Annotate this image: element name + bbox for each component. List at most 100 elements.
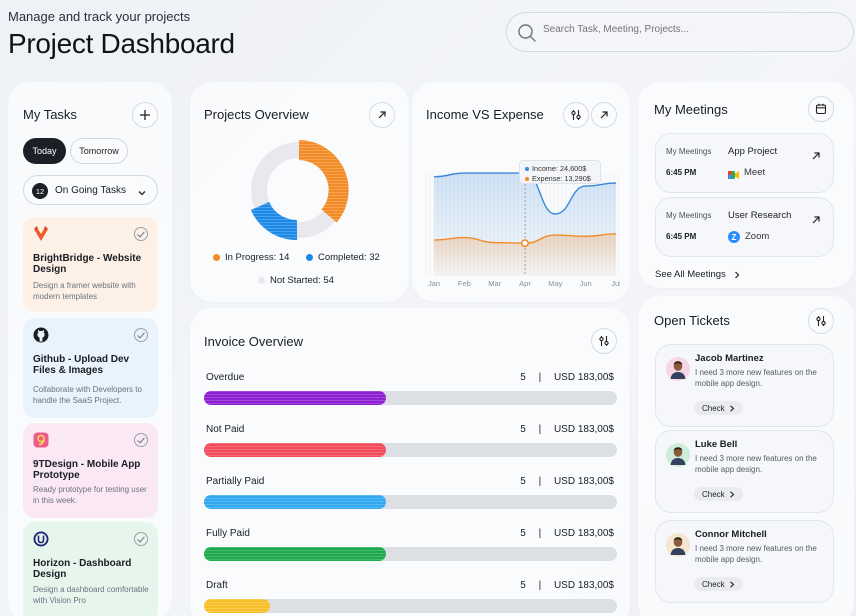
legend-in-progress: In Progress: 14 [213, 252, 289, 263]
ticket-check-button[interactable]: Check [694, 487, 743, 501]
tab-today[interactable]: Today [23, 138, 66, 164]
invoice-count: 5 [520, 476, 526, 487]
task-filter-dropdown[interactable]: 12 On Going Tasks [23, 175, 158, 205]
task-check-icon[interactable] [134, 328, 148, 342]
chart-filter-button[interactable] [563, 102, 589, 128]
task-description: Collaborate with Developers to handle th… [33, 385, 142, 405]
ticket-card[interactable]: Luke Bell I need 3 more new features on … [655, 430, 834, 513]
invoice-filter-button[interactable] [591, 328, 617, 354]
task-card[interactable]: BrightBridge - Website Design Design a f… [23, 217, 158, 312]
ticket-check-button[interactable]: Check [694, 401, 743, 415]
google-meet-icon [728, 167, 739, 185]
invoice-progress-track [204, 443, 617, 457]
chevron-right-icon [734, 271, 740, 278]
meeting-card[interactable]: My Meetings User Research 6:45 PM Z Zoom [655, 197, 834, 257]
task-card[interactable]: 9TDesign - Mobile App Prototype Ready pr… [23, 423, 158, 518]
tickets-title: Open Tickets [654, 313, 730, 328]
svg-text:Z: Z [732, 233, 737, 242]
invoice-count: 5 [520, 580, 526, 591]
task-check-icon[interactable] [134, 532, 148, 546]
calendar-button[interactable] [808, 96, 834, 122]
expense-point[interactable] [521, 239, 529, 248]
ticket-text: I need 3 more new features on the mobile… [695, 368, 817, 388]
meeting-time: 6:45 PM [666, 232, 697, 241]
check-button-label: Check [702, 403, 725, 413]
legend-label: Completed: 32 [318, 252, 380, 263]
invoice-label: Fully Paid [206, 528, 250, 539]
ticket-name: Connor Mitchell [695, 529, 767, 540]
meeting-card[interactable]: My Meetings App Project 6:45 PM Meet [655, 133, 834, 193]
arrow-up-right-icon [600, 111, 608, 119]
zoom-icon: Z [728, 230, 740, 248]
task-description: Design a framer website with modern temp… [33, 281, 136, 301]
meeting-app: Zoom [745, 231, 770, 242]
task-filter-label: On Going Tasks [55, 185, 126, 196]
ticket-name: Luke Bell [695, 439, 738, 450]
projects-open-button[interactable] [369, 102, 395, 128]
donut-segment-in-progress [298, 140, 349, 223]
meeting-label: My Meetings [666, 147, 712, 156]
invoice-amount: USD 183,00$ [553, 580, 614, 591]
invoice-progress-track [204, 495, 617, 509]
chevron-right-icon [729, 404, 735, 412]
invoice-progress-fill [204, 443, 386, 457]
avatar [666, 357, 690, 381]
task-card[interactable]: Horizon - Dashboard Design Design a dash… [23, 522, 158, 616]
invoice-count: 5 [520, 424, 526, 435]
legend-completed: Completed: 32 [306, 252, 380, 263]
invoice-amount: USD 183,00$ [553, 424, 614, 435]
legend-dot-icon [306, 254, 313, 261]
ticket-card[interactable]: Jacob Martinez I need 3 more new feature… [655, 344, 834, 427]
avatar [666, 443, 690, 467]
chevron-down-icon [137, 185, 147, 203]
check-button-label: Check [702, 579, 725, 589]
header-subtitle: Manage and track your projects [8, 9, 191, 24]
invoice-separator: | [538, 424, 542, 435]
invoice-progress-fill [204, 495, 386, 509]
my-tasks-title: My Tasks [23, 107, 77, 122]
projects-donut-chart [250, 140, 349, 241]
task-check-icon[interactable] [134, 433, 148, 447]
see-all-meetings-link[interactable]: See All Meetings [655, 269, 741, 280]
ticket-name: Jacob Martinez [695, 353, 764, 364]
legend-not-started: Not Started: 54 [258, 275, 334, 286]
meeting-app: Meet [744, 167, 766, 178]
donut-segment-completed [250, 201, 298, 241]
invoice-label: Not Paid [206, 424, 245, 435]
tab-tomorrow[interactable]: Tomorrow [70, 138, 128, 164]
search-bar[interactable] [506, 12, 854, 52]
meeting-time: 6:45 PM [666, 168, 697, 177]
legend-dot-icon [525, 166, 529, 171]
invoice-count: 5 [520, 528, 526, 539]
invoice-values: 5 | USD 183,00$ [520, 424, 614, 435]
invoice-label: Overdue [206, 372, 245, 383]
x-tick-label: Feb [458, 279, 471, 288]
search-input[interactable] [543, 24, 843, 35]
task-description: Ready prototype for testing user in this… [33, 485, 147, 505]
invoice-label: Draft [206, 580, 228, 591]
invoice-amount: USD 183,00$ [553, 528, 614, 539]
arrow-up-right-icon[interactable] [811, 148, 821, 166]
invoice-separator: | [538, 580, 542, 591]
invoice-overview-title: Invoice Overview [204, 334, 303, 349]
task-card[interactable]: Github - Upload Dev Files & Images Colla… [23, 318, 158, 418]
brightbridge-logo-icon [33, 226, 49, 242]
invoice-progress-fill [204, 391, 386, 405]
x-tick-label: Mar [488, 279, 501, 288]
see-all-label: See All Meetings [655, 269, 726, 280]
ticket-card[interactable]: Connor Mitchell I need 3 more new featur… [655, 520, 834, 603]
ticket-check-button[interactable]: Check [694, 577, 743, 591]
projects-overview-title: Projects Overview [204, 107, 309, 122]
invoice-progress-track [204, 547, 617, 561]
arrow-up-right-icon[interactable] [811, 212, 821, 230]
filter-sliders-icon [599, 336, 609, 346]
chart-open-button[interactable] [591, 102, 617, 128]
x-tick-label: Jun [580, 279, 592, 288]
filter-sliders-icon [816, 316, 826, 326]
tickets-filter-button[interactable] [808, 308, 834, 334]
add-task-button[interactable] [132, 102, 158, 128]
income-expense-title: Income VS Expense [426, 107, 544, 122]
invoice-label: Partially Paid [206, 476, 265, 487]
invoice-progress-track [204, 391, 617, 405]
task-check-icon[interactable] [134, 227, 148, 241]
